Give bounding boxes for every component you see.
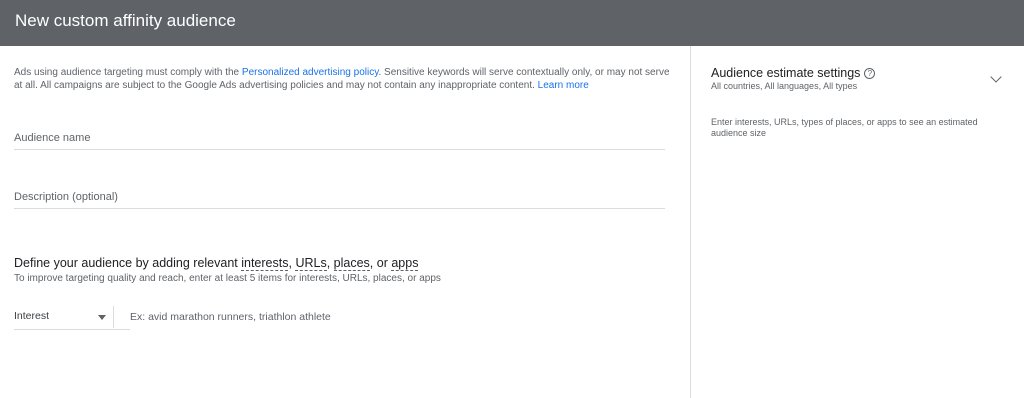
policy-notice: Ads using audience targeting must comply… <box>14 66 674 92</box>
personalized-advertising-policy-link[interactable]: Personalized advertising policy <box>242 67 379 78</box>
dropdown-caret-icon <box>98 315 106 320</box>
help-icon[interactable]: ? <box>864 68 876 79</box>
learn-more-link[interactable]: Learn more <box>538 80 589 91</box>
chevron-down-icon[interactable] <box>990 71 1002 83</box>
page-title: New custom affinity audience <box>15 11 236 30</box>
separator: , <box>326 256 334 270</box>
policy-text-start: Ads using audience targeting must comply… <box>14 67 242 78</box>
audience-name-field <box>14 128 665 150</box>
main-form: Ads using audience targeting must comply… <box>0 46 690 398</box>
audience-name-input[interactable] <box>14 130 665 146</box>
estimate-title-text: Audience estimate settings <box>711 66 861 80</box>
separator: , or <box>369 256 392 270</box>
description-input[interactable] <box>14 189 665 205</box>
interests-term[interactable]: interests <box>241 256 289 271</box>
description-field <box>14 187 665 209</box>
urls-term[interactable]: URLs <box>295 256 327 271</box>
app-header: New custom affinity audience <box>0 0 1024 46</box>
audience-item-input[interactable] <box>130 308 660 326</box>
define-audience-heading: Define your audience by adding relevant … <box>14 256 419 271</box>
item-type-selected: Interest <box>14 310 50 322</box>
audience-estimate-panel: Audience estimate settings? All countrie… <box>690 46 1024 398</box>
input-divider <box>113 306 114 328</box>
estimate-note: Enter interests, URLs, types of places, … <box>711 117 978 138</box>
define-heading-text: Define your audience by adding relevant <box>14 256 242 270</box>
apps-term[interactable]: apps <box>391 256 419 271</box>
places-term[interactable]: places <box>333 256 370 271</box>
estimate-settings-summary: All countries, All languages, All types <box>711 81 858 91</box>
estimate-title: Audience estimate settings? <box>711 66 876 80</box>
define-audience-subtitle: To improve targeting quality and reach, … <box>14 273 441 284</box>
